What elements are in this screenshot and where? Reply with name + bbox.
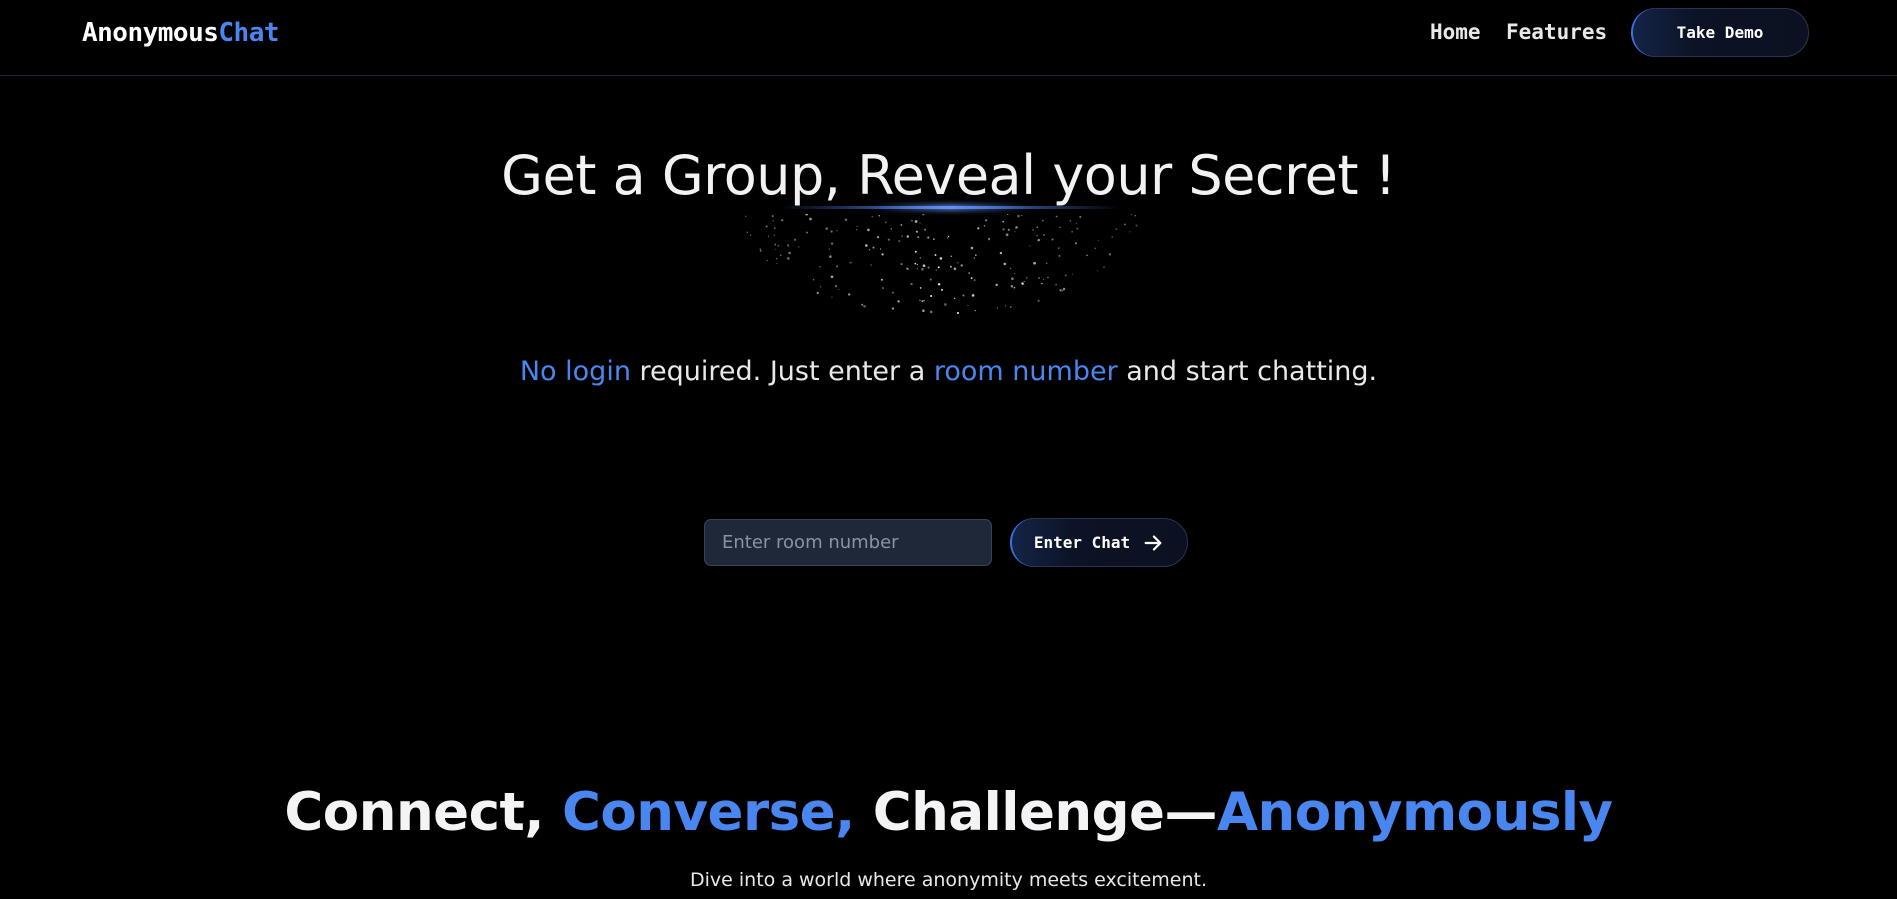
- tagline-highlight-room-number: room number: [933, 356, 1118, 387]
- features-title-part-2: Converse,: [561, 782, 855, 843]
- take-demo-button[interactable]: Take Demo: [1631, 8, 1809, 57]
- hero-title: Get a Group, Reveal your Secret !: [501, 144, 1396, 208]
- room-number-input[interactable]: [704, 519, 992, 566]
- nav-link-features[interactable]: Features: [1506, 20, 1607, 44]
- features-title: Connect, Converse, Challenge—Anonymously: [0, 782, 1897, 843]
- logo[interactable]: AnonymousChat: [82, 18, 280, 48]
- tagline-text-1: required. Just enter a: [630, 356, 934, 387]
- features-title-part-1: Connect,: [284, 782, 562, 843]
- take-demo-label: Take Demo: [1676, 23, 1764, 42]
- nav-link-home[interactable]: Home: [1430, 20, 1481, 44]
- logo-text: Anonymous: [82, 18, 219, 48]
- enter-chat-label: Enter Chat: [1033, 533, 1131, 552]
- features-title-part-4: Anonymously: [1217, 782, 1613, 843]
- logo-accent-text: Chat: [218, 18, 280, 48]
- tagline-text-2: and start chatting.: [1117, 356, 1378, 387]
- glow-divider-blur: [870, 205, 1030, 210]
- arrow-right-icon: [1144, 534, 1162, 551]
- navbar: AnonymousChat Home Features Take Demo: [0, 0, 1897, 76]
- tagline-highlight-no-login: No login: [519, 356, 631, 387]
- sparkles-decoration: [745, 214, 1138, 314]
- features-subtitle: Dive into a world where anonymity meets …: [690, 869, 1207, 891]
- hero-tagline: No login required. Just enter a room num…: [0, 356, 1897, 387]
- enter-chat-button[interactable]: Enter Chat: [1010, 518, 1188, 567]
- features-title-part-3: Challenge—: [854, 782, 1218, 843]
